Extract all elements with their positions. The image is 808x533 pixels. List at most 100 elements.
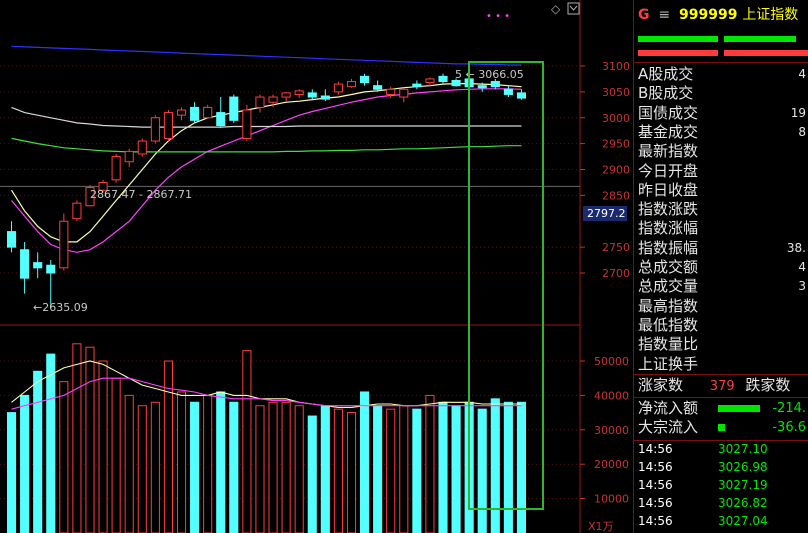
candle-body	[255, 96, 265, 108]
volume-bar	[33, 370, 43, 533]
candle-body	[477, 85, 487, 89]
stat-label: 基金成交	[638, 122, 699, 141]
candle-body	[451, 79, 461, 87]
low-price-annotation: ←2635.09	[33, 301, 88, 314]
candle-body	[216, 112, 226, 127]
stat-label: 指数涨幅	[638, 219, 699, 238]
divider	[634, 374, 808, 375]
volume-tick-label: 20000	[594, 458, 629, 471]
sell-strength-bar	[638, 50, 718, 56]
volume-bar	[516, 401, 527, 533]
price-tick-label: 2700	[602, 267, 630, 280]
current-price-label: 2797.2	[587, 207, 626, 220]
volume-bar	[255, 405, 265, 533]
volume-bar	[399, 405, 409, 533]
volume-bar	[216, 391, 226, 533]
buy-strength-bar-2	[724, 36, 796, 42]
tick-time: 14:56	[638, 460, 673, 474]
kline-chart[interactable]: 3100 3050 3000 2950 2900 2850 2750 2700 50000 40…	[0, 0, 633, 533]
price-tick-label: 3000	[602, 112, 630, 125]
price-tick-label: 2750	[602, 241, 630, 254]
candle-body	[268, 96, 278, 103]
candle-body	[72, 202, 82, 220]
tick-time: 14:56	[638, 496, 673, 510]
stat-value: 38.	[786, 240, 806, 255]
price-tick-label: 2900	[602, 164, 630, 177]
price-tick-label: 3100	[602, 60, 630, 73]
menu-icon[interactable]: ≡	[658, 7, 670, 23]
volume-bar	[98, 360, 108, 533]
candle-body	[242, 109, 252, 139]
stat-label: B股成交	[638, 84, 694, 103]
prefix-label: G	[638, 7, 650, 23]
candle-body	[163, 112, 173, 139]
volume-bar	[6, 412, 17, 533]
stat-label: 指数振幅	[638, 238, 699, 257]
volume-bar	[373, 405, 383, 533]
stat-label: A股成交	[638, 65, 694, 83]
high-price-annotation: 5 ← 3066.05	[455, 68, 524, 81]
stat-label: 最新指数	[638, 142, 699, 161]
price-tick-label: 3050	[602, 86, 630, 99]
candle-body	[320, 95, 330, 100]
volume-bar	[46, 353, 56, 533]
up-count-value: 379	[709, 379, 735, 394]
volume-bar	[137, 405, 147, 533]
indicator-dots: • • •	[486, 11, 510, 22]
candle-body	[281, 92, 291, 98]
buy-strength-bar	[638, 36, 718, 42]
net-inflow-label: 净流入额	[638, 399, 699, 417]
stat-label: 最高指数	[638, 296, 699, 315]
volume-bar	[150, 401, 160, 533]
candle-body	[346, 81, 357, 88]
volume-bar	[425, 394, 435, 533]
candle-body	[111, 156, 121, 181]
volume-bar	[190, 401, 200, 533]
flow-row-block: 大宗流入	[638, 418, 698, 437]
tick-time: 14:56	[638, 442, 673, 456]
sell-strength-bar-2	[724, 50, 808, 56]
volume-bar	[503, 401, 513, 533]
stat-label: 总成交量	[638, 277, 699, 296]
tick-price: 3027.04	[718, 514, 768, 528]
stat-label: 最低指数	[638, 315, 699, 334]
candle-body	[46, 264, 56, 274]
tick-price: 3027.19	[718, 478, 768, 492]
stat-value: 8	[798, 124, 806, 139]
candle-body	[360, 75, 370, 84]
breadth-row: 涨家数 379 跌家数	[638, 376, 790, 395]
volume-bar	[333, 408, 343, 533]
block-inflow-bar	[718, 424, 725, 431]
candle-body	[33, 262, 43, 269]
stat-label: 昨日收盘	[638, 180, 699, 199]
volume-bar	[229, 401, 239, 533]
volume-bar	[360, 391, 370, 533]
volume-bar	[294, 405, 304, 533]
down-count-label: 跌家数	[745, 376, 791, 394]
quote-panel: G ≡ 999999 上证指数 A股成交 4 B股成交 国债成交 19 基金成交 8 最新指数…	[633, 0, 808, 533]
candle-body	[150, 117, 160, 142]
volume-tick-label: 30000	[594, 424, 629, 437]
volume-bar	[412, 408, 422, 533]
candle-body	[59, 220, 69, 269]
divider	[634, 397, 808, 398]
diamond-icon[interactable]: ◇	[551, 2, 561, 16]
flow-row-net: 净流入额	[638, 399, 698, 418]
volume-bar	[85, 346, 95, 533]
volume-bar	[307, 415, 317, 533]
volume-bar	[268, 401, 278, 533]
stat-label: 总成交额	[638, 258, 699, 276]
security-title[interactable]: G ≡ 999999 上证指数	[638, 4, 798, 24]
stat-label: 今日开盘	[638, 161, 699, 180]
candle-body	[176, 109, 187, 116]
range-annotation: 2867.47 - 2867.71	[90, 188, 192, 201]
volume-bar	[451, 405, 461, 533]
candle-body	[190, 106, 200, 121]
security-name: 上证指数	[742, 7, 799, 23]
candle-body	[516, 92, 527, 99]
candle-body	[137, 140, 147, 155]
block-inflow-label: 大宗流入	[638, 418, 699, 436]
candle-body	[503, 88, 513, 95]
candle-body	[438, 75, 448, 83]
candle-body	[294, 90, 304, 95]
